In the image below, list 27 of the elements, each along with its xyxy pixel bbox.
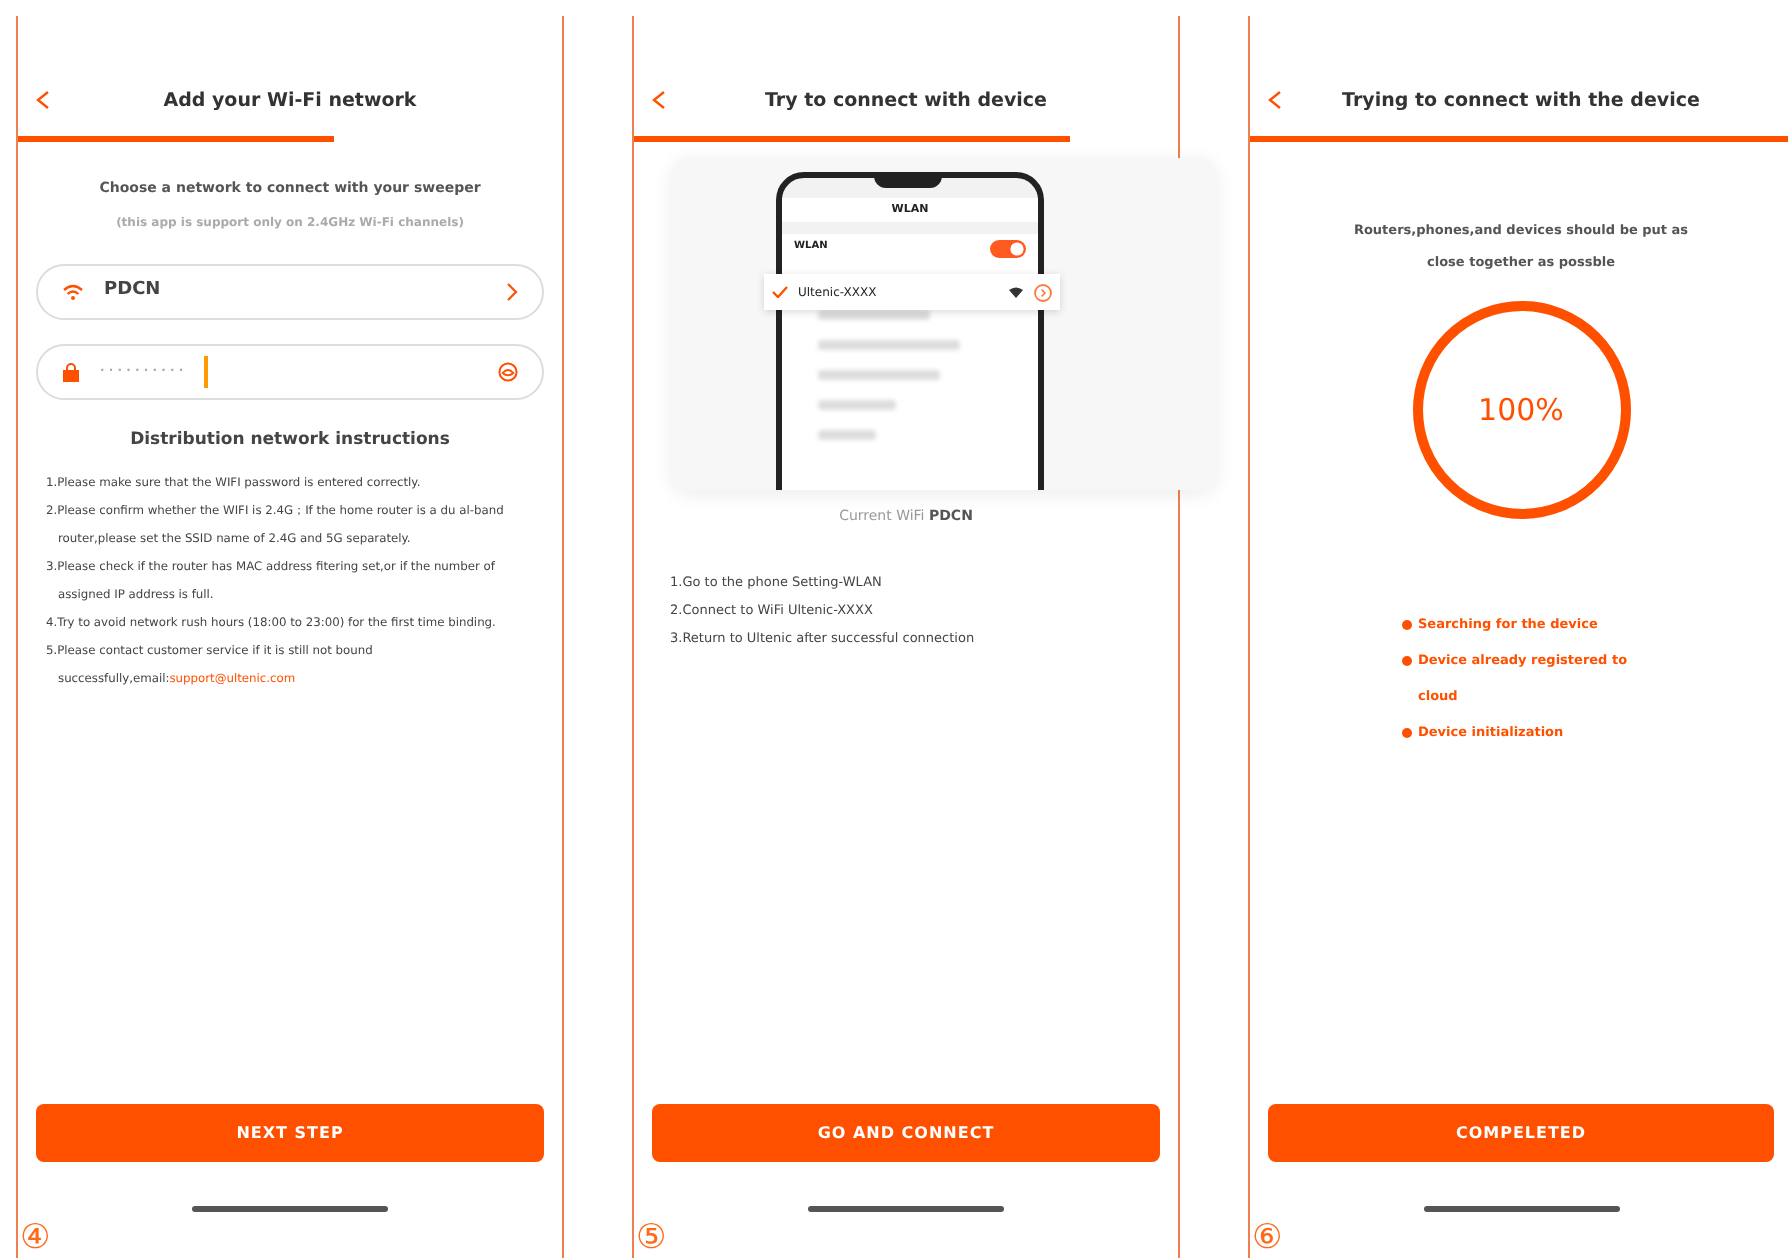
step-number: ⑥ xyxy=(1252,1218,1283,1258)
eye-icon[interactable] xyxy=(498,361,518,381)
back-icon[interactable] xyxy=(1268,90,1282,110)
lock-icon xyxy=(62,361,80,381)
step-number: ⑤ xyxy=(636,1218,667,1258)
chevron-right-icon xyxy=(506,281,518,301)
section-title: Distribution network instructions xyxy=(128,427,452,453)
primary-button[interactable]: COMPELETED xyxy=(1268,1104,1774,1162)
bullet-dot xyxy=(1402,655,1412,665)
toggle-switch[interactable] xyxy=(990,239,1026,257)
primary-button[interactable]: GO AND CONNECT xyxy=(652,1104,1160,1162)
network-name: PDCN xyxy=(104,277,163,304)
text-cursor xyxy=(203,355,208,387)
wifi-icon xyxy=(62,283,84,299)
back-icon[interactable] xyxy=(652,90,666,110)
wifi-icon xyxy=(1008,286,1024,298)
step-number: ④ xyxy=(20,1218,51,1258)
primary-button[interactable]: NEXT STEP xyxy=(36,1104,544,1162)
check-icon xyxy=(772,286,788,298)
screen-title: Trying to connect with the device xyxy=(1340,87,1702,116)
bullet-dot xyxy=(1402,619,1412,629)
bullet-dot xyxy=(1402,727,1412,737)
back-icon[interactable] xyxy=(36,90,50,110)
network-field[interactable]: PDCN xyxy=(36,263,544,319)
progress-reading: 100% xyxy=(1476,390,1566,430)
screen-title: Try to connect with device xyxy=(762,87,1049,116)
screen-title: Add your Wi-Fi network xyxy=(161,87,419,116)
